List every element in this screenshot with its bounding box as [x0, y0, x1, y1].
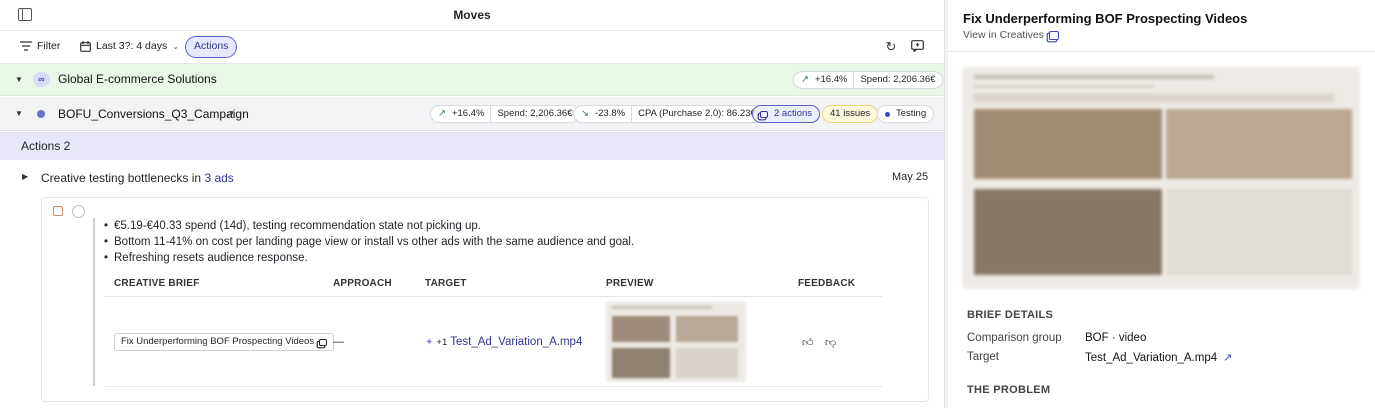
calendar-icon: [80, 40, 91, 52]
target-file-link[interactable]: Test_Ad_Variation_A.mp4: [450, 336, 582, 348]
column-header-preview: PREVIEW: [606, 278, 654, 289]
account-metrics-chip: ↗ +16.4% Spend: 2,206.36€: [793, 71, 944, 89]
chip-divider: [853, 71, 855, 89]
campaign-spend: Spend: 2,206.36€: [497, 108, 573, 119]
account-row[interactable]: ▼ ∞ Global E-commerce Solutions ↗ +16.4%…: [0, 64, 944, 96]
page-title: Moves: [453, 8, 491, 22]
bottleneck-text: Creative testing bottlenecks in: [41, 171, 202, 185]
status-badge: Testing: [877, 105, 935, 123]
copy-icon: [319, 338, 328, 346]
copy-icon: [1048, 30, 1059, 40]
campaign-cpa-chip: ↘ -23.8% CPA (Purchase 2.0): 86.23€: [573, 105, 764, 123]
comparison-group-label: Comparison group: [967, 332, 1062, 344]
bullet-item: Bottom 11-41% on cost per landing page v…: [104, 234, 634, 250]
campaign-spend-chip: ↗ +16.4% Spend: 2,206.36€: [430, 105, 581, 123]
brief-title: Fix Underperforming BOF Prospecting Vide…: [963, 11, 1248, 26]
view-in-creatives-link[interactable]: View in Creatives: [963, 29, 1059, 41]
panel-divider: [948, 51, 1375, 52]
account-spend: Spend: 2,206.36€: [860, 74, 936, 85]
campaign-cpa: CPA (Purchase 2.0): 86.23€: [638, 108, 756, 119]
date-range-label: Last 3?: 4 days: [96, 40, 168, 52]
brief-details-heading: BRIEF DETAILS: [967, 309, 1054, 321]
column-header-feedback: FEEDBACK: [798, 278, 856, 289]
creative-preview-thumbnail[interactable]: [606, 302, 746, 382]
chevron-down-icon: ⌄: [172, 41, 179, 51]
comparison-group-value: BOF · video: [1085, 332, 1147, 344]
target-cell: ✦ +1 Test_Ad_Variation_A.mp4: [425, 336, 582, 348]
moves-header: Moves: [0, 0, 944, 31]
approach-value: —: [333, 336, 344, 348]
meta-logo-icon: ∞: [33, 72, 50, 87]
actions-count: 2 actions: [774, 108, 813, 119]
campaign-name[interactable]: BOFU_Conversions_Q3_Campaign: [58, 107, 249, 121]
campaign-actions-badge[interactable]: 2 actions: [752, 105, 821, 123]
issues-badge[interactable]: 41 issues: [822, 105, 879, 123]
brief-preview-image[interactable]: [962, 67, 1360, 289]
column-header-approach: APPROACH: [333, 278, 392, 289]
trend-down-icon: ↘: [581, 108, 589, 119]
filter-label: Filter: [37, 40, 61, 52]
view-in-creatives-label: View in Creatives: [963, 29, 1044, 41]
column-header-brief: CREATIVE BRIEF: [114, 278, 200, 289]
toolbar: Filter Last 3?: 4 days ⌄ Actions ↻: [0, 31, 944, 64]
actions-section-header: Actions 2: [0, 132, 944, 160]
bullet-item: Refreshing resets audience response.: [104, 250, 634, 266]
ads-link[interactable]: 3 ads: [204, 171, 233, 185]
thread-line: [93, 218, 95, 386]
bottleneck-row[interactable]: ▶ Creative testing bottlenecks in 3 ads …: [0, 166, 944, 190]
feedback-icon[interactable]: [910, 40, 924, 54]
brief-detail-panel: Fix Underperforming BOF Prospecting Vide…: [948, 0, 1375, 408]
copy-icon: [760, 110, 768, 118]
account-name: Global E-commerce Solutions: [58, 72, 217, 86]
campaign-trend-up: +16.4%: [451, 108, 485, 119]
select-circle[interactable]: [72, 205, 85, 218]
external-link-icon: ↗: [1223, 352, 1233, 364]
issues-count: 41 issues: [830, 108, 871, 119]
bottleneck-date: May 25: [892, 171, 929, 183]
table-bottom-divider: [105, 386, 882, 387]
creative-brief-chip[interactable]: Fix Underperforming BOF Prospecting Vide…: [114, 333, 335, 351]
caret-right-icon[interactable]: ▶: [22, 172, 28, 181]
filter-button[interactable]: Filter: [20, 40, 60, 52]
target-value[interactable]: Test_Ad_Variation_A.mp4 ↗: [1085, 351, 1233, 365]
target-label: Target: [967, 351, 999, 363]
trend-up-icon: ↗: [801, 74, 809, 85]
status-label: Testing: [896, 108, 927, 119]
sparkle-icon: ✦: [425, 336, 434, 348]
thumbs-down-icon[interactable]: 👎︎: [825, 336, 836, 349]
column-header-target: TARGET: [425, 278, 467, 289]
caret-down-icon[interactable]: ▼: [15, 109, 23, 118]
creative-copy-icon: [53, 206, 63, 216]
issue-bullets: €5.19-€40.33 spend (14d), testing recomm…: [104, 218, 634, 266]
date-range-dropdown[interactable]: Last 3?: 4 days ⌄: [80, 40, 179, 52]
brief-name: Fix Underperforming BOF Prospecting Vide…: [121, 336, 315, 347]
bottleneck-title: Creative testing bottlenecks in 3 ads: [41, 171, 234, 185]
chip-divider: [490, 105, 492, 123]
bullet-item: €5.19-€40.33 spend (14d), testing recomm…: [104, 218, 634, 234]
table-header-divider: [105, 296, 882, 297]
campaign-dot-icon: [37, 110, 45, 118]
caret-down-icon[interactable]: ▼: [15, 75, 23, 84]
target-extra-count: +1: [436, 336, 448, 348]
actions-filter-pill[interactable]: Actions: [185, 36, 238, 58]
trend-up-icon: ↗: [438, 108, 446, 119]
the-problem-heading: THE PROBLEM: [967, 384, 1051, 396]
account-trend: +16.4%: [814, 74, 848, 85]
refresh-icon[interactable]: ↻: [884, 40, 898, 54]
moves-panel: Moves Filter Last 3?: 4 days ⌄ Actions ↻…: [0, 0, 945, 408]
campaign-trend-down: -23.8%: [594, 108, 626, 119]
target-file-name: Test_Ad_Variation_A.mp4: [1085, 351, 1218, 364]
actions-section-label: Actions 2: [21, 139, 71, 153]
filter-icon: [20, 41, 32, 51]
thumbs-up-icon[interactable]: 👍︎: [802, 336, 814, 349]
chip-divider: [631, 105, 633, 123]
status-dot-icon: [885, 111, 890, 117]
external-link-icon[interactable]: ↗: [226, 109, 234, 120]
